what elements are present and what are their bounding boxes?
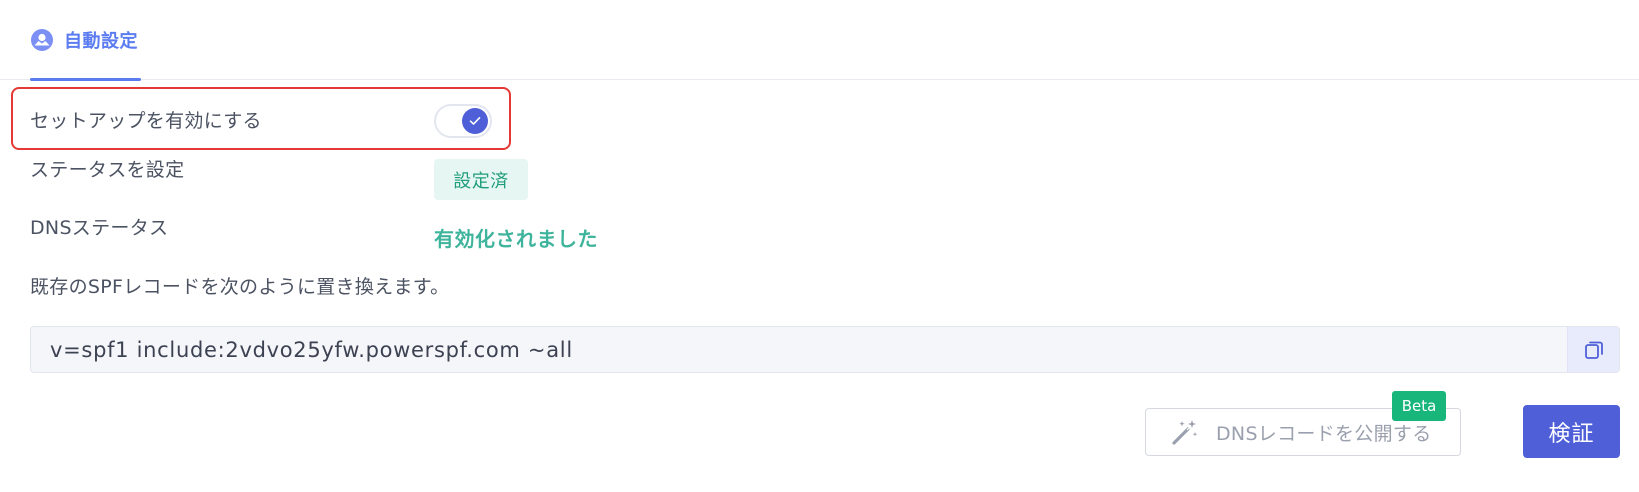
toggle-knob xyxy=(462,108,488,134)
tab-auto-setup[interactable]: 自動設定 xyxy=(30,0,141,81)
enable-setup-toggle[interactable] xyxy=(434,104,492,138)
publish-dns-record-label: DNSレコードを公開する xyxy=(1216,422,1432,445)
verify-button[interactable]: 検証 xyxy=(1523,405,1620,458)
auto-setup-page: 自動設定 セットアップを有効にする ステータスを設定 設定済 DNSステータス … xyxy=(0,0,1639,492)
status-label: ステータスを設定 xyxy=(30,159,185,181)
status-badge: 設定済 xyxy=(434,159,528,200)
beta-badge: Beta xyxy=(1392,391,1446,421)
magic-wand-icon xyxy=(1172,420,1198,445)
auto-setup-icon xyxy=(31,29,53,51)
dns-status-value: 有効化されました xyxy=(434,227,598,251)
copy-icon xyxy=(1584,341,1603,359)
spf-record-field: v=spf1 include:2vdvo25yfw.powerspf.com ~… xyxy=(30,326,1620,373)
spf-record-value[interactable]: v=spf1 include:2vdvo25yfw.powerspf.com ~… xyxy=(31,327,1567,372)
check-icon xyxy=(469,117,481,125)
record-instruction: 既存のSPFレコードを次のように置き換えます。 xyxy=(30,276,450,298)
enable-setup-label: セットアップを有効にする xyxy=(30,110,262,132)
copy-button[interactable] xyxy=(1567,327,1619,372)
tab-bar: 自動設定 xyxy=(0,0,1639,81)
tab-label: 自動設定 xyxy=(64,31,138,52)
dns-status-label: DNSステータス xyxy=(30,217,169,239)
